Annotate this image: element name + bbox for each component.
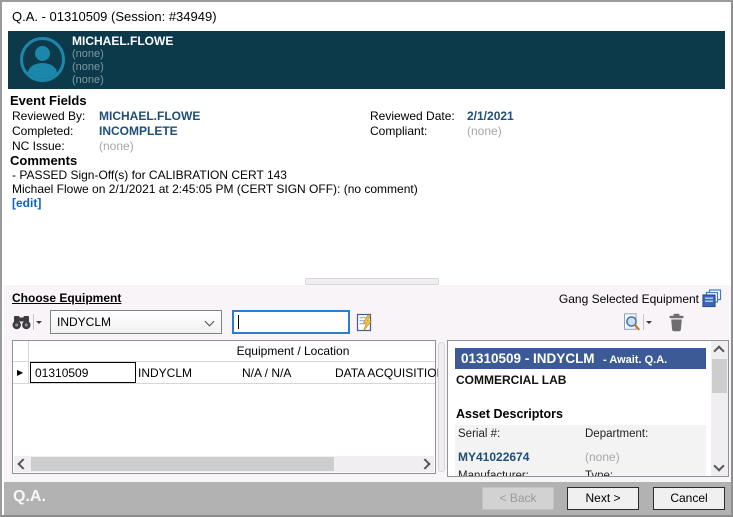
completed-value: INCOMPLETE	[99, 124, 178, 138]
titlebar: Q.A. - 01310509 (Session: #34949)	[2, 2, 731, 31]
serial-label: Serial #:	[458, 428, 500, 440]
user-header: MICHAEL.FLOWE (none) (none) (none)	[8, 31, 725, 89]
user-info: MICHAEL.FLOWE (none) (none) (none)	[72, 34, 173, 87]
selected-equipment-status: - Await. Q.A.	[603, 354, 667, 366]
window-title: Q.A. - 01310509 (Session: #34949)	[12, 9, 217, 24]
category-cell: DATA ACQUISITION	[335, 366, 445, 380]
scroll-down-arrow[interactable]	[713, 460, 724, 471]
form-lightning-icon	[356, 313, 375, 332]
horizontal-scrollbar[interactable]	[14, 456, 434, 472]
comments-heading: Comments	[10, 153, 77, 168]
equipment-cell: INDYCLM	[138, 366, 192, 380]
asset-descriptors-block: Serial #: Department: MY41022674 (none) …	[455, 425, 706, 477]
scroll-up-arrow[interactable]	[713, 345, 724, 356]
trash-icon	[668, 313, 685, 332]
selected-equipment-banner: 01310509 - INDYCLM - Await. Q.A.	[455, 348, 706, 369]
preview-dropdown-caret	[646, 321, 652, 327]
compliant-value: (none)	[467, 124, 502, 138]
choose-equipment-section: Choose Equipment Gang Selected Equipment	[4, 285, 731, 482]
stacked-copies-icon	[702, 289, 723, 308]
wizard-footer: Q.A. < Back Next > Cancel	[4, 482, 731, 515]
horizontal-splitter-handle[interactable]	[305, 278, 439, 285]
department-value: (none)	[585, 450, 620, 464]
next-button[interactable]: Next >	[567, 487, 639, 510]
column-header-equipment-location: Equipment / Location	[173, 344, 413, 358]
cancel-button[interactable]: Cancel	[653, 487, 725, 510]
avatar	[20, 37, 65, 82]
delete-button[interactable]	[668, 310, 690, 334]
qa-wizard-dialog: Q.A. - 01310509 (Session: #34949) MICHAE…	[0, 0, 733, 517]
find-dropdown-caret	[36, 321, 42, 327]
asset-descriptors-heading: Asset Descriptors	[456, 407, 563, 421]
binoculars-icon	[12, 315, 31, 330]
equipment-grid: Equipment / Location ▶ 01310509 INDYCLM …	[12, 340, 436, 474]
event-fields-heading: Event Fields	[10, 93, 87, 108]
gang-selected-button[interactable]	[702, 289, 723, 308]
compliant-label: Compliant:	[370, 124, 427, 138]
department-label: Department:	[585, 428, 648, 440]
reviewed-date-value: 2/1/2021	[467, 109, 514, 123]
serial-value: MY41022674	[458, 450, 529, 464]
user-sub-line: (none)	[72, 48, 173, 61]
equipment-search-input[interactable]	[232, 310, 350, 334]
comment-line: Michael Flowe on 2/1/2021 at 2:45:05 PM …	[12, 182, 418, 196]
choose-equipment-heading: Choose Equipment	[12, 291, 121, 305]
asset-id-cell[interactable]: 01310509	[30, 362, 136, 383]
vertical-scrollbar[interactable]	[711, 341, 728, 476]
manufacturer-label-clipped: Manufacturer:	[458, 470, 529, 477]
selected-equipment-id: 01310509 - INDYCLM	[461, 351, 595, 366]
nc-issue-value: (none)	[99, 139, 134, 153]
edit-comments-link[interactable]: [edit]	[12, 196, 41, 210]
reviewed-by-value: MICHAEL.FLOWE	[99, 109, 200, 123]
equipment-filter-value: INDYCLM	[57, 315, 111, 329]
equipment-grid-header[interactable]: Equipment / Location	[13, 341, 435, 362]
location-cell: N/A / N/A	[242, 366, 291, 380]
vertical-scrollbar-thumb[interactable]	[712, 359, 727, 393]
user-name: MICHAEL.FLOWE	[72, 34, 173, 48]
scroll-left-arrow[interactable]	[17, 458, 28, 469]
chevron-down-icon	[205, 317, 215, 327]
reviewed-by-label: Reviewed By:	[12, 109, 85, 123]
gang-selected-label: Gang Selected Equipment	[559, 292, 699, 306]
back-button[interactable]: < Back	[482, 487, 554, 510]
quick-entry-button[interactable]	[356, 310, 378, 334]
reviewed-date-label: Reviewed Date:	[370, 109, 455, 123]
find-button[interactable]	[12, 310, 50, 334]
wizard-step-title: Q.A.	[13, 488, 46, 506]
user-sub-line: (none)	[72, 61, 173, 74]
preview-button[interactable]	[622, 310, 662, 334]
facility-name: COMMERCIAL LAB	[456, 373, 566, 387]
user-sub-line: (none)	[72, 74, 173, 87]
nc-issue-label: NC Issue:	[12, 139, 65, 153]
completed-label: Completed:	[12, 124, 73, 138]
equipment-filter-dropdown[interactable]: INDYCLM	[50, 310, 222, 334]
vertical-splitter-handle[interactable]	[438, 342, 445, 472]
document-magnifier-icon	[622, 313, 641, 332]
text-cursor	[238, 315, 239, 329]
current-row-marker-icon: ▶	[17, 368, 23, 377]
type-label-clipped: Type:	[585, 470, 613, 477]
scroll-right-arrow[interactable]	[419, 458, 430, 469]
equipment-details-panel: 01310509 - INDYCLM - Await. Q.A. COMMERC…	[447, 340, 729, 477]
horizontal-scrollbar-thumb[interactable]	[31, 457, 334, 471]
table-row[interactable]: ▶ 01310509 INDYCLM N/A / N/A DATA ACQUIS…	[13, 362, 435, 384]
comment-line: - PASSED Sign-Off(s) for CALIBRATION CER…	[12, 168, 287, 182]
avatar-person-icon	[35, 46, 50, 61]
